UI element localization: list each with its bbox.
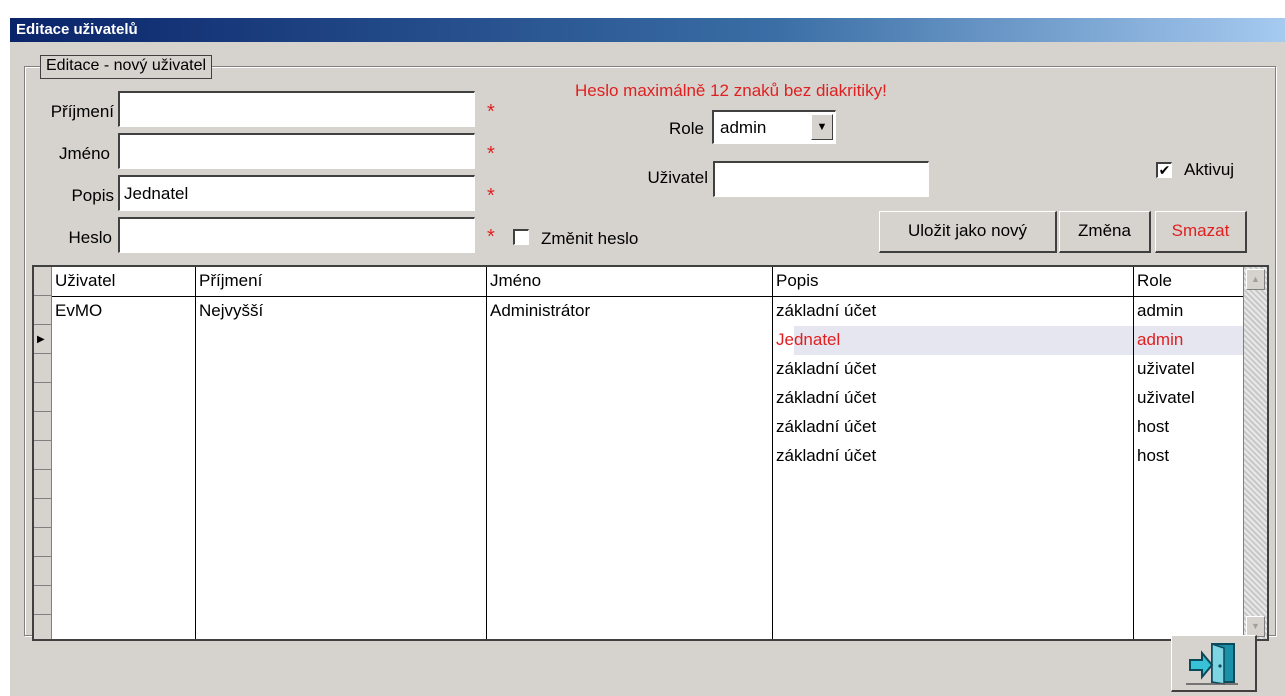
groupbox-legend: Editace - nový uživatel bbox=[40, 55, 213, 79]
heslo-field[interactable] bbox=[118, 217, 475, 253]
cell-popis[interactable]: Jednatel bbox=[773, 326, 840, 355]
column-prijmeni bbox=[196, 297, 487, 639]
header-prijmeni[interactable]: Příjmení bbox=[196, 267, 487, 297]
cell-role[interactable]: host bbox=[1134, 442, 1169, 471]
row-pointer-icon: ▶ bbox=[37, 334, 45, 345]
cell-role[interactable]: uživatel bbox=[1134, 355, 1195, 384]
exit-button[interactable] bbox=[1171, 635, 1257, 692]
password-warning: Heslo maximálně 12 znaků bez diakritiky! bbox=[575, 81, 887, 100]
row-selector[interactable] bbox=[34, 383, 51, 412]
cell-role[interactable]: admin bbox=[1134, 297, 1183, 326]
prijmeni-required-mark: * bbox=[487, 101, 495, 123]
cell-popis[interactable]: základní účet bbox=[773, 297, 876, 326]
cell-popis[interactable]: základní účet bbox=[773, 355, 876, 384]
row-selector[interactable] bbox=[34, 354, 51, 383]
zmenit-heslo-checkbox[interactable] bbox=[513, 229, 529, 245]
row-selector-header bbox=[34, 267, 51, 296]
row-selector[interactable] bbox=[34, 412, 51, 441]
row-selector-column: ▶ bbox=[34, 267, 52, 639]
role-select-value: admin bbox=[720, 118, 767, 137]
exit-door-icon bbox=[1186, 642, 1238, 685]
aktivuj-label: Aktivuj bbox=[1184, 160, 1235, 179]
cell-popis[interactable]: základní účet bbox=[773, 413, 876, 442]
role-select[interactable]: admin ▼ bbox=[712, 110, 836, 144]
cell-role[interactable]: admin bbox=[1134, 326, 1183, 355]
jmeno-label: Jméno bbox=[58, 144, 110, 163]
row-selector[interactable] bbox=[34, 296, 51, 325]
header-uzivatel[interactable]: Uživatel bbox=[52, 267, 196, 297]
cell-prijmeni[interactable]: Nejvyšší bbox=[196, 297, 263, 326]
jmeno-required-mark: * bbox=[487, 143, 495, 165]
heslo-required-mark: * bbox=[487, 226, 495, 248]
cell-jmeno[interactable]: Administrátor bbox=[487, 297, 590, 326]
grid-vertical-scrollbar[interactable]: ▲ ▼ bbox=[1243, 267, 1267, 639]
zmenit-heslo-label: Změnit heslo bbox=[541, 229, 639, 248]
row-selector[interactable]: ▶ bbox=[34, 325, 51, 354]
column-jmeno bbox=[487, 297, 773, 639]
cell-uzivatel[interactable]: EvMO bbox=[52, 297, 102, 326]
header-popis[interactable]: Popis bbox=[773, 267, 1134, 297]
popis-field[interactable]: Jednatel bbox=[118, 175, 475, 211]
jmeno-field[interactable] bbox=[118, 133, 475, 169]
prijmeni-label: Příjmení bbox=[50, 102, 114, 121]
cell-popis[interactable]: základní účet bbox=[773, 384, 876, 413]
cell-role[interactable]: host bbox=[1134, 413, 1169, 442]
save-as-new-button[interactable]: Uložit jako nový bbox=[879, 211, 1057, 253]
users-editor-window: Editace uživatelů Editace - nový uživate… bbox=[10, 18, 1285, 696]
prijmeni-field[interactable] bbox=[118, 91, 475, 127]
cell-popis[interactable]: základní účet bbox=[773, 442, 876, 471]
delete-button[interactable]: Smazat bbox=[1155, 211, 1247, 253]
window-title: Editace uživatelů bbox=[10, 18, 1285, 42]
row-selector[interactable] bbox=[34, 557, 51, 586]
uzivatel-label: Uživatel bbox=[647, 168, 708, 187]
change-button[interactable]: Změna bbox=[1059, 211, 1151, 253]
header-role[interactable]: Role bbox=[1134, 267, 1245, 297]
scroll-down-icon[interactable]: ▼ bbox=[1246, 616, 1265, 637]
uzivatel-field[interactable] bbox=[713, 161, 929, 197]
row-selector[interactable] bbox=[34, 499, 51, 528]
heslo-label: Heslo bbox=[68, 228, 112, 247]
row-selector[interactable] bbox=[34, 615, 51, 639]
scroll-up-icon[interactable]: ▲ bbox=[1246, 269, 1265, 290]
column-uzivatel bbox=[52, 297, 196, 639]
row-selector[interactable] bbox=[34, 528, 51, 557]
users-grid[interactable]: ▶ Uživatel Příjmení Jméno Popis Role EvM… bbox=[32, 265, 1269, 641]
role-label: Role bbox=[669, 119, 704, 138]
row-selector[interactable] bbox=[34, 441, 51, 470]
chevron-down-icon[interactable]: ▼ bbox=[811, 114, 833, 140]
cell-role[interactable]: uživatel bbox=[1134, 384, 1195, 413]
header-jmeno[interactable]: Jméno bbox=[487, 267, 773, 297]
aktivuj-checkbox[interactable]: ✔ bbox=[1156, 162, 1172, 178]
popis-label: Popis bbox=[71, 186, 114, 205]
row-selector[interactable] bbox=[34, 470, 51, 499]
popis-required-mark: * bbox=[487, 185, 495, 207]
row-selector[interactable] bbox=[34, 586, 51, 615]
